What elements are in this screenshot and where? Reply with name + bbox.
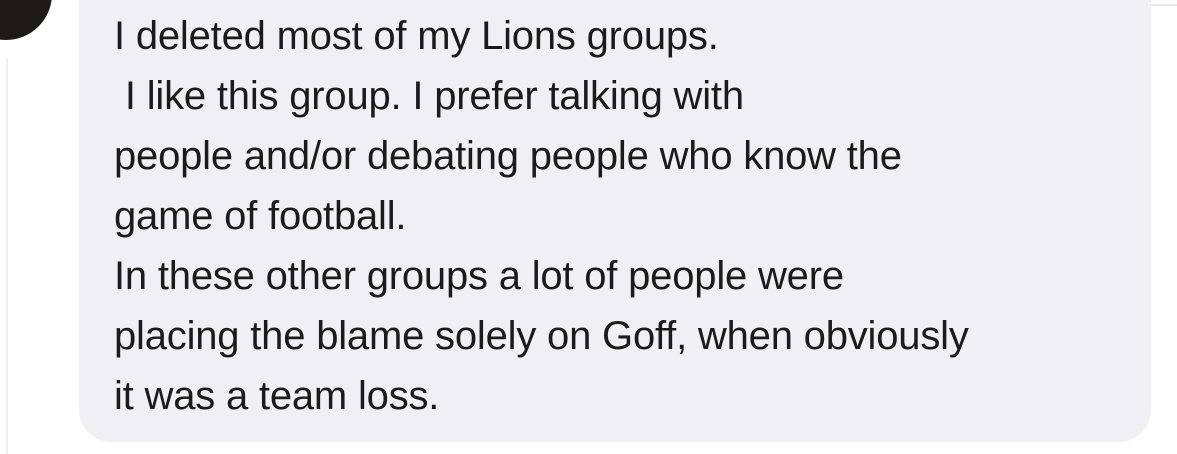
comment-line: it was a team loss. — [114, 374, 440, 418]
thread-line — [6, 58, 8, 454]
avatar[interactable] — [0, 0, 52, 40]
comment-line: game of football. — [114, 194, 407, 238]
divider — [1150, 4, 1177, 6]
comment-line: I like this group. I prefer talking with — [114, 74, 744, 118]
comment-line: I deleted most of my Lions groups. — [114, 14, 719, 58]
comment-line: In these other groups a lot of people we… — [114, 254, 844, 298]
comment-line: people and/or debating people who know t… — [114, 134, 902, 178]
comment-line: placing the blame solely on Goff, when o… — [114, 314, 969, 358]
comment-screen: I deleted most of my Lions groups. I lik… — [0, 0, 1177, 454]
comment-text: I deleted most of my Lions groups. I lik… — [114, 6, 1124, 426]
